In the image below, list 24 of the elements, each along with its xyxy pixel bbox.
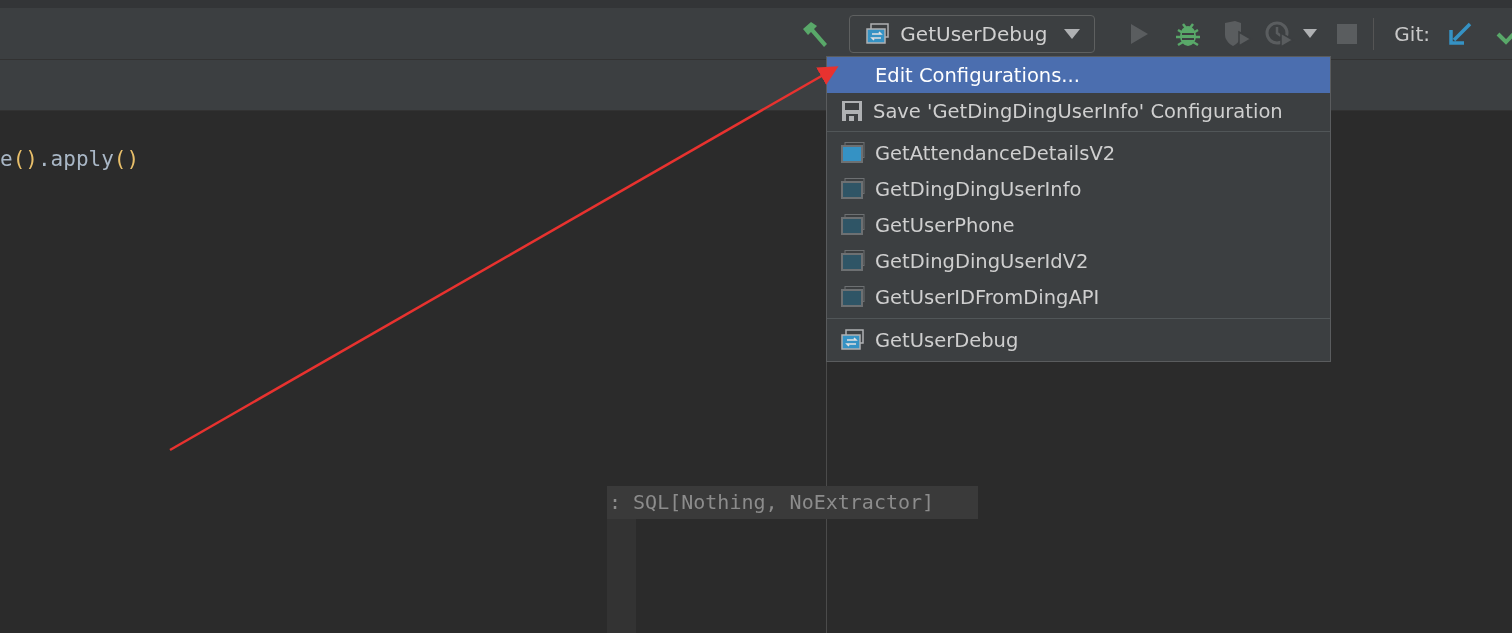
- menu-item[interactable]: Save 'GetDingDingUserInfo' Configuration: [827, 93, 1330, 129]
- code-line: e().apply(): [0, 147, 140, 171]
- menu-item[interactable]: GetDingDingUserIdV2: [827, 243, 1330, 279]
- menu-item[interactable]: GetAttendanceDetailsV2: [827, 135, 1330, 171]
- window-icon: [841, 142, 865, 164]
- run-icon[interactable]: [1129, 22, 1150, 45]
- window-icon: [841, 250, 865, 272]
- caret-icon: [1064, 28, 1081, 39]
- menu-item[interactable]: GetUserDebug: [827, 322, 1330, 358]
- menu-item[interactable]: GetDingDingUserInfo: [827, 171, 1330, 207]
- window-icon: [841, 178, 865, 200]
- compound-config-icon: [841, 329, 865, 351]
- stop-icon[interactable]: [1337, 23, 1358, 44]
- menu-item[interactable]: GetUserIDFromDingAPI: [827, 279, 1330, 315]
- menu-item[interactable]: Edit Configurations...: [827, 57, 1330, 93]
- caret-icon[interactable]: [1303, 29, 1318, 38]
- run-configuration-dropdown[interactable]: GetUserDebug: [849, 14, 1096, 53]
- window-icon: [841, 286, 865, 308]
- menu-item[interactable]: GetUserPhone: [827, 207, 1330, 243]
- compound-config-icon: [866, 22, 891, 45]
- git-label: Git:: [1394, 21, 1430, 46]
- window-icon: [841, 214, 865, 236]
- type-hint: : SQL[Nothing, NoExtractor]: [607, 486, 978, 519]
- arrow-down-left-icon[interactable]: [1448, 21, 1472, 46]
